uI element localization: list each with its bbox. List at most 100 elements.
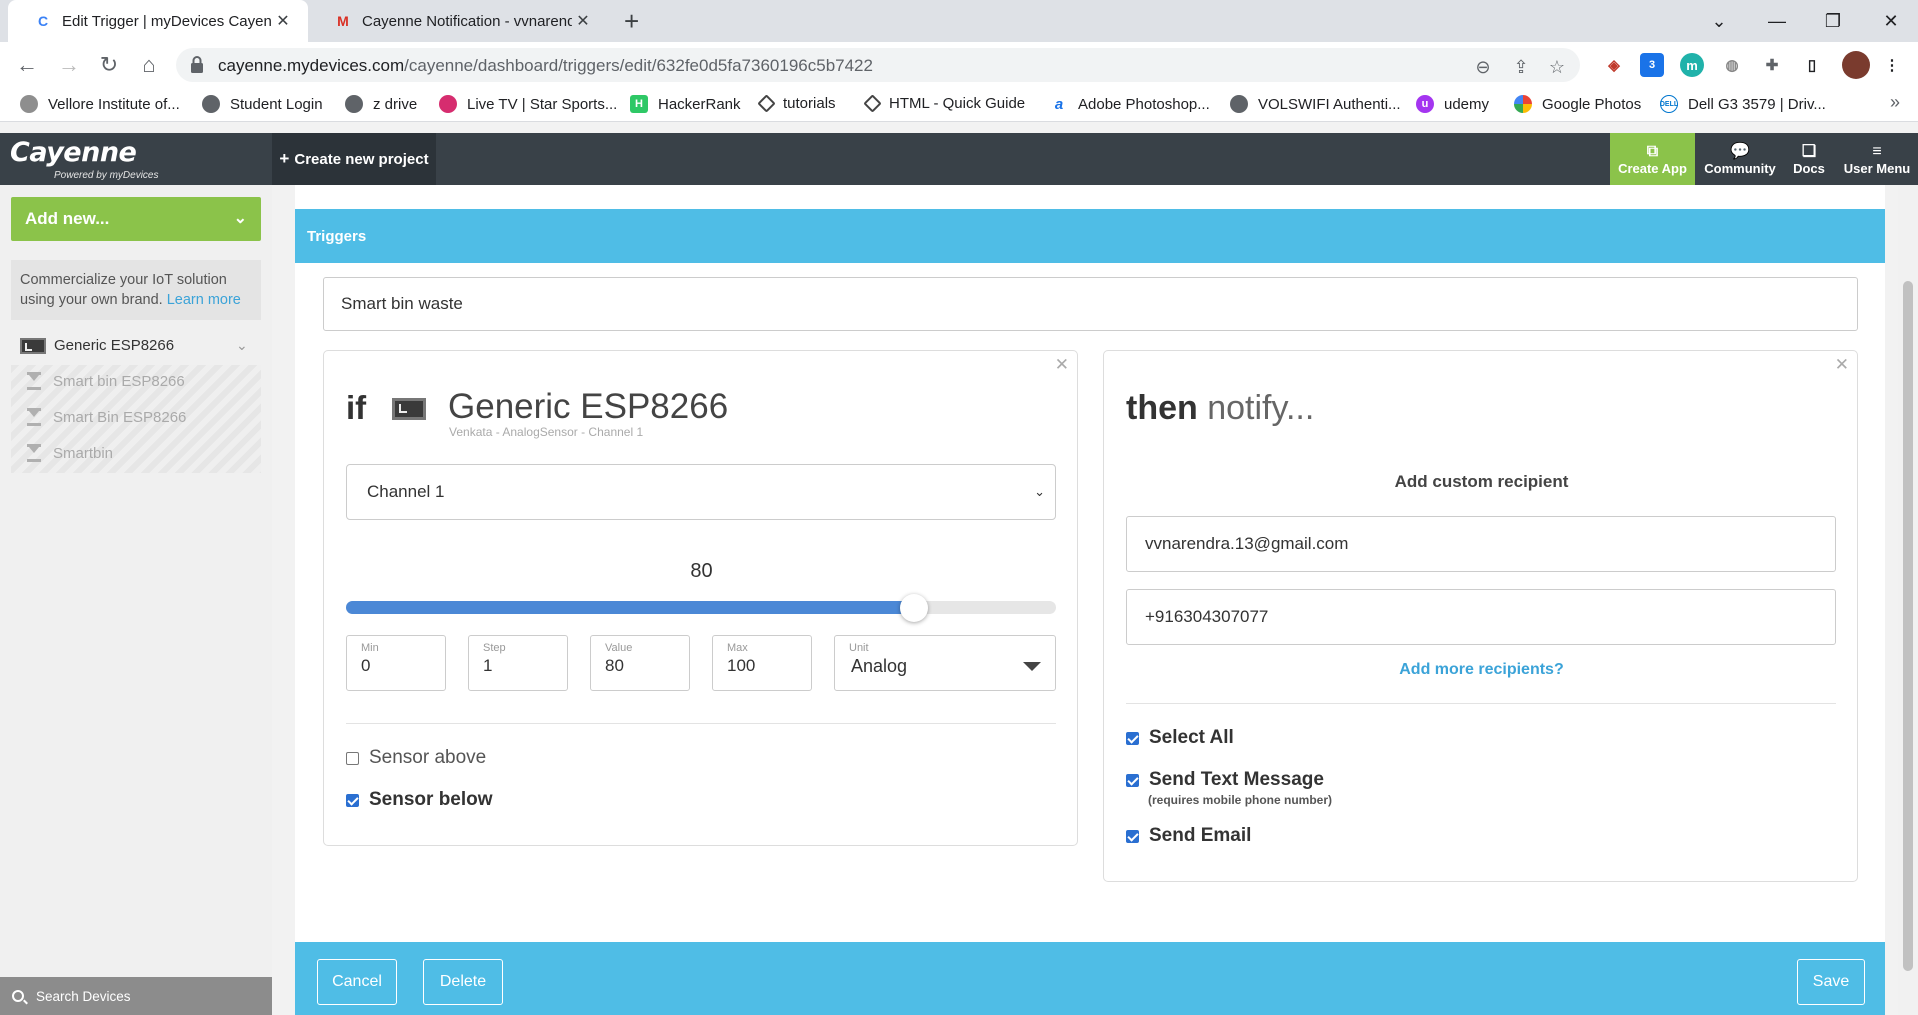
hourglass-icon [27, 444, 41, 462]
bookmark-item[interactable]: Google Photos [1514, 95, 1641, 113]
select-all-label: Select All [1149, 727, 1234, 748]
bookmark-star-icon[interactable]: ☆ [1546, 56, 1568, 78]
sub-device-item[interactable]: Smart bin ESP8266 [27, 372, 185, 390]
bookmark-item[interactable]: u udemy [1416, 95, 1489, 113]
select-all-checkbox[interactable]: Select All [1126, 727, 1234, 749]
reload-icon[interactable]: ↻ [94, 50, 124, 80]
extensions-puzzle-icon[interactable]: ✚ [1760, 53, 1784, 77]
community-button[interactable]: 💬 Community [1700, 133, 1780, 185]
email-recipient-input[interactable]: vvnarendra.13@gmail.com [1126, 516, 1836, 572]
bookmark-label: Google Photos [1542, 95, 1642, 113]
bookmark-item[interactable]: H HackerRank [630, 95, 741, 113]
bookmark-label: z drive [373, 95, 418, 113]
hotstar-icon [439, 95, 457, 113]
unit-select[interactable]: Unit Analog [834, 635, 1056, 691]
phone-recipient-input[interactable]: +916304307077 [1126, 589, 1836, 645]
close-tab-icon[interactable]: ✕ [572, 11, 594, 31]
home-icon[interactable]: ⌂ [134, 50, 164, 80]
address-bar[interactable]: cayenne.mydevices.com/cayenne/dashboard/… [176, 48, 1580, 82]
back-icon[interactable]: ← [12, 50, 42, 80]
extension-badge-icon[interactable]: 3 [1640, 53, 1664, 77]
browser-tab-gmail[interactable]: M Cayenne Notification - vvnarendr ✕ [308, 0, 608, 42]
checkbox-box[interactable] [1126, 731, 1139, 745]
bookmarks-overflow-icon[interactable]: » [1890, 92, 1900, 113]
value-field[interactable]: Value 80 [590, 635, 690, 691]
extension-globe-icon[interactable]: ◍ [1720, 53, 1744, 77]
device-terminal-icon [20, 337, 46, 354]
adobe-icon: a [1050, 95, 1068, 113]
bookmark-item[interactable]: DELL Dell G3 3579 | Driv... [1660, 95, 1826, 113]
scrollbar-thumb[interactable] [1903, 281, 1913, 971]
minimize-icon[interactable]: — [1752, 0, 1802, 42]
sub-device-item[interactable]: Smart Bin ESP8266 [27, 408, 186, 426]
learn-more-link[interactable]: Learn more [167, 292, 241, 308]
browser-menu-icon[interactable]: ⋮ [1880, 53, 1904, 77]
send-email-label: Send Email [1149, 825, 1252, 846]
docs-icon: ❏ [1801, 142, 1817, 160]
bookmark-label: Student Login [230, 95, 323, 113]
globe-icon [345, 95, 363, 113]
forward-icon[interactable]: → [54, 50, 84, 80]
close-tab-icon[interactable]: ✕ [272, 11, 294, 31]
chevron-down-icon[interactable]: ⌄ [236, 337, 248, 354]
step-field[interactable]: Step 1 [468, 635, 568, 691]
sidebar-toggle-icon[interactable]: ▯ [1800, 53, 1824, 77]
restore-icon[interactable]: ❐ [1808, 0, 1858, 42]
bookmark-label: Dell G3 3579 | Driv... [1688, 95, 1826, 113]
sidebar-device-generic-esp8266[interactable]: Generic ESP8266 [20, 337, 174, 354]
tab-search-chevron-icon[interactable]: ⌄ [1694, 0, 1744, 42]
create-new-project-button[interactable]: + Create new project [272, 133, 436, 185]
search-devices-button[interactable]: Search Devices [0, 977, 272, 1015]
min-field[interactable]: Min 0 [346, 635, 446, 691]
create-app-button[interactable]: ⧉ Create App [1610, 133, 1695, 185]
zoom-icon[interactable]: ⊖ [1472, 56, 1494, 78]
close-window-icon[interactable]: ✕ [1866, 0, 1916, 42]
threshold-slider[interactable] [346, 594, 1056, 622]
add-new-dropdown[interactable]: Add new... ⌄ [11, 197, 261, 241]
max-field[interactable]: Max 100 [712, 635, 812, 691]
close-icon[interactable]: ✕ [1055, 355, 1069, 375]
new-tab-plus-icon[interactable]: + [624, 6, 639, 37]
add-more-recipients-link[interactable]: Add more recipients? [1104, 661, 1859, 679]
max-value: 100 [727, 656, 756, 675]
user-menu-button[interactable]: ≡ User Menu [1838, 133, 1916, 185]
bookmark-item[interactable]: a Adobe Photoshop... [1050, 95, 1210, 113]
sub-device-item[interactable]: Smartbin [27, 444, 113, 462]
url-domain: cayenne.mydevices.com [218, 56, 405, 75]
bookmark-item[interactable]: Student Login [202, 95, 323, 113]
page-scrollbar[interactable] [1898, 185, 1918, 1015]
browser-tab-active[interactable]: C Edit Trigger | myDevices Cayenne ✕ [8, 0, 308, 42]
bookmark-item[interactable]: VOLSWIFI Authenti... [1230, 95, 1401, 113]
docs-button[interactable]: ❏ Docs [1784, 133, 1834, 185]
checkbox-box[interactable] [346, 793, 359, 807]
bookmark-item[interactable]: z drive [345, 95, 417, 113]
cancel-button[interactable]: Cancel [317, 959, 397, 1005]
close-icon[interactable]: ✕ [1835, 355, 1849, 375]
bookmark-item[interactable]: Vellore Institute of... [20, 95, 180, 113]
checkbox-box[interactable] [1126, 773, 1139, 787]
slider-fill [346, 601, 914, 614]
channel-select[interactable]: Channel 1 ⌄ [346, 464, 1056, 520]
extension-m-icon[interactable]: m [1680, 53, 1704, 77]
slider-handle[interactable] [900, 594, 928, 622]
bookmark-item[interactable]: HTML - Quick Guide [863, 94, 1025, 113]
send-email-checkbox[interactable]: Send Email [1126, 825, 1251, 847]
send-text-checkbox[interactable]: Send Text Message [1126, 769, 1324, 791]
extension-shield-icon[interactable]: ◈ [1602, 53, 1626, 77]
add-custom-recipient-label: Add custom recipient [1394, 472, 1569, 491]
delete-button[interactable]: Delete [423, 959, 503, 1005]
bookmark-item[interactable]: tutorials [757, 94, 836, 113]
checkbox-box[interactable] [346, 751, 359, 765]
bookmark-item[interactable]: Live TV | Star Sports... [439, 95, 617, 113]
value-label: Value [605, 642, 633, 654]
logo-text: Cayenne [10, 137, 137, 168]
bookmark-label: Live TV | Star Sports... [467, 95, 618, 113]
sensor-above-checkbox[interactable]: Sensor above [346, 747, 486, 769]
profile-avatar[interactable] [1842, 51, 1870, 79]
sensor-below-checkbox[interactable]: Sensor below [346, 789, 493, 811]
share-icon[interactable]: ⇪ [1510, 56, 1532, 78]
checkbox-box[interactable] [1126, 829, 1139, 843]
save-button[interactable]: Save [1797, 959, 1865, 1005]
cayenne-logo[interactable]: Cayenne Powered by myDevices [10, 137, 158, 181]
trigger-name-input[interactable]: Smart bin waste [323, 277, 1858, 331]
